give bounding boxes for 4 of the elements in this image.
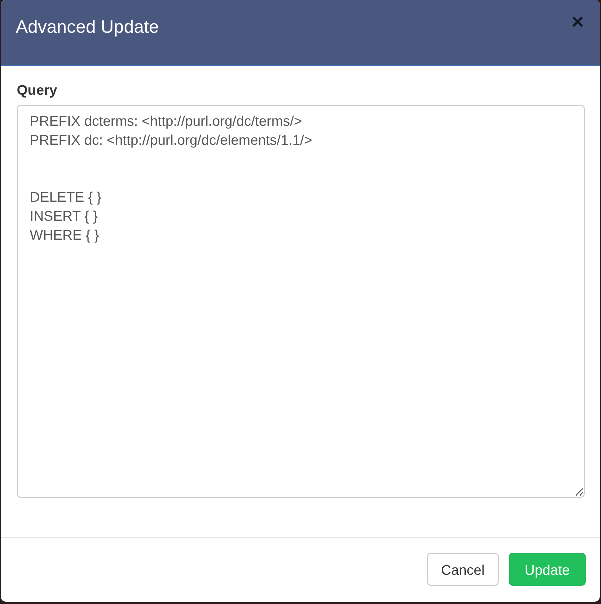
dialog-title: Advanced Update — [16, 17, 160, 38]
query-field[interactable]: PREFIX dcterms: <http://purl.org/dc/terms/> PREFIX dc: <http://purl.org/dc/elements/1.1/> DELETE { } INSERT { } WHERE { } — [17, 105, 585, 498]
cancel-button[interactable]: Cancel — [427, 553, 499, 586]
query-label: Query — [17, 82, 58, 98]
